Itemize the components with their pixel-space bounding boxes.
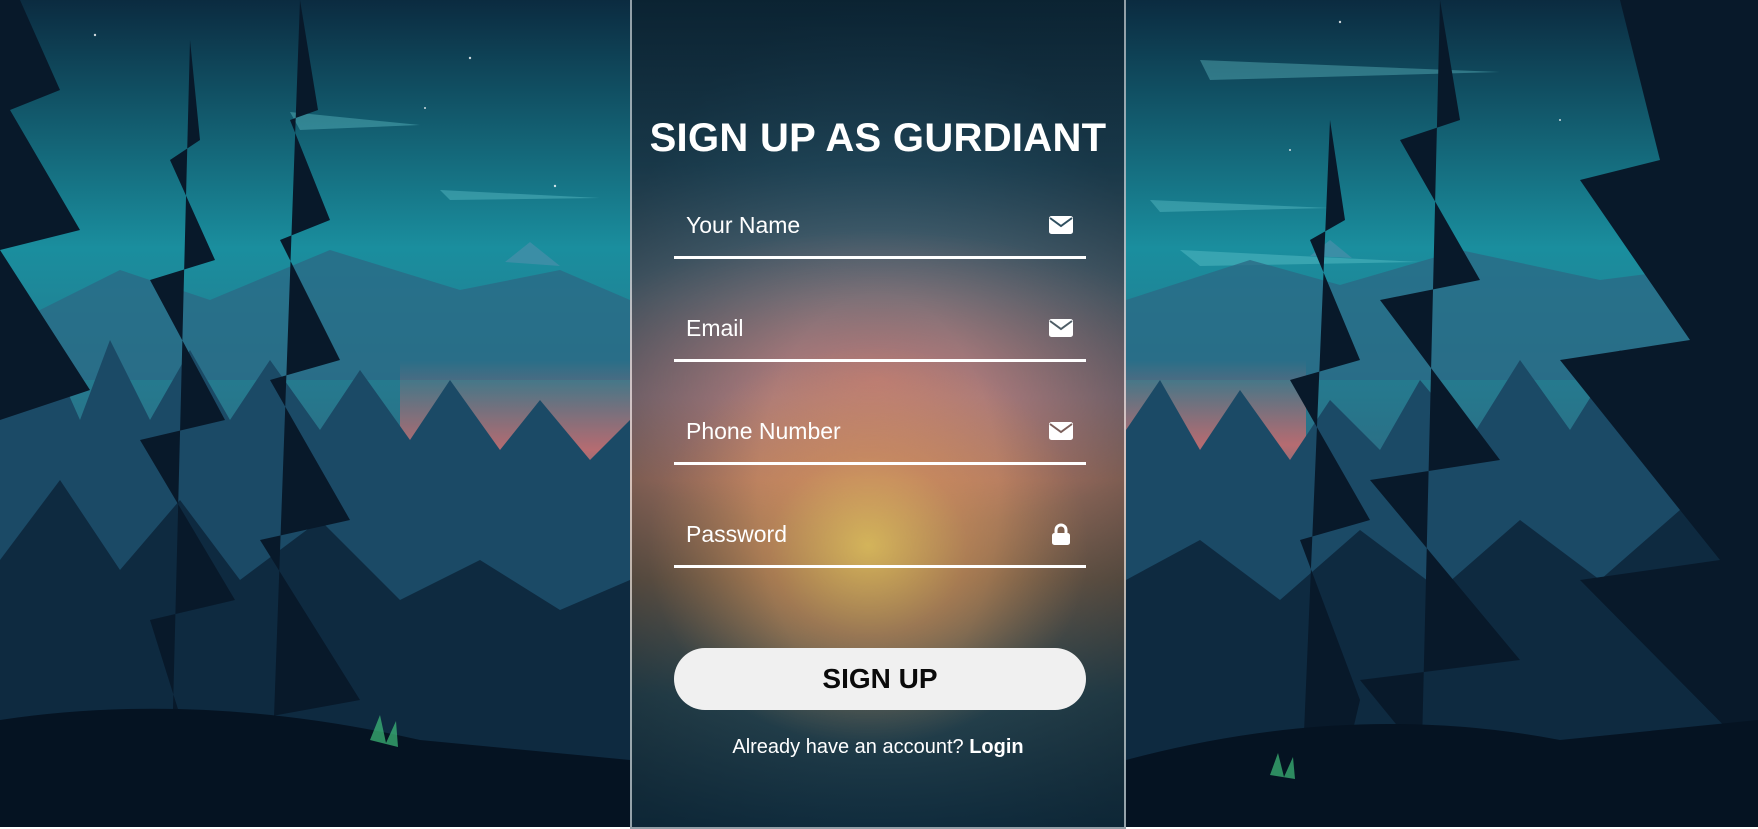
email-input[interactable] <box>674 297 1034 359</box>
envelope-icon <box>1049 319 1073 337</box>
name-input[interactable] <box>674 194 1034 256</box>
phone-field <box>674 400 1086 465</box>
lock-icon <box>1052 523 1070 545</box>
signup-panel: SIGN UP AS GURDIANT SIGN UP Already have… <box>630 0 1126 829</box>
envelope-icon <box>1049 216 1073 234</box>
signup-button[interactable]: SIGN UP <box>674 648 1086 710</box>
phone-input[interactable] <box>674 400 1034 462</box>
login-prompt-text: Already have an account? <box>732 736 964 758</box>
login-link[interactable]: Login <box>969 736 1023 758</box>
password-field <box>674 503 1086 568</box>
name-field <box>674 194 1086 259</box>
page-title: SIGN UP AS GURDIANT <box>649 116 1107 160</box>
password-input[interactable] <box>674 503 1034 565</box>
login-prompt-row: Already have an account? Login <box>632 736 1124 759</box>
email-field <box>674 297 1086 362</box>
envelope-icon <box>1049 422 1073 440</box>
